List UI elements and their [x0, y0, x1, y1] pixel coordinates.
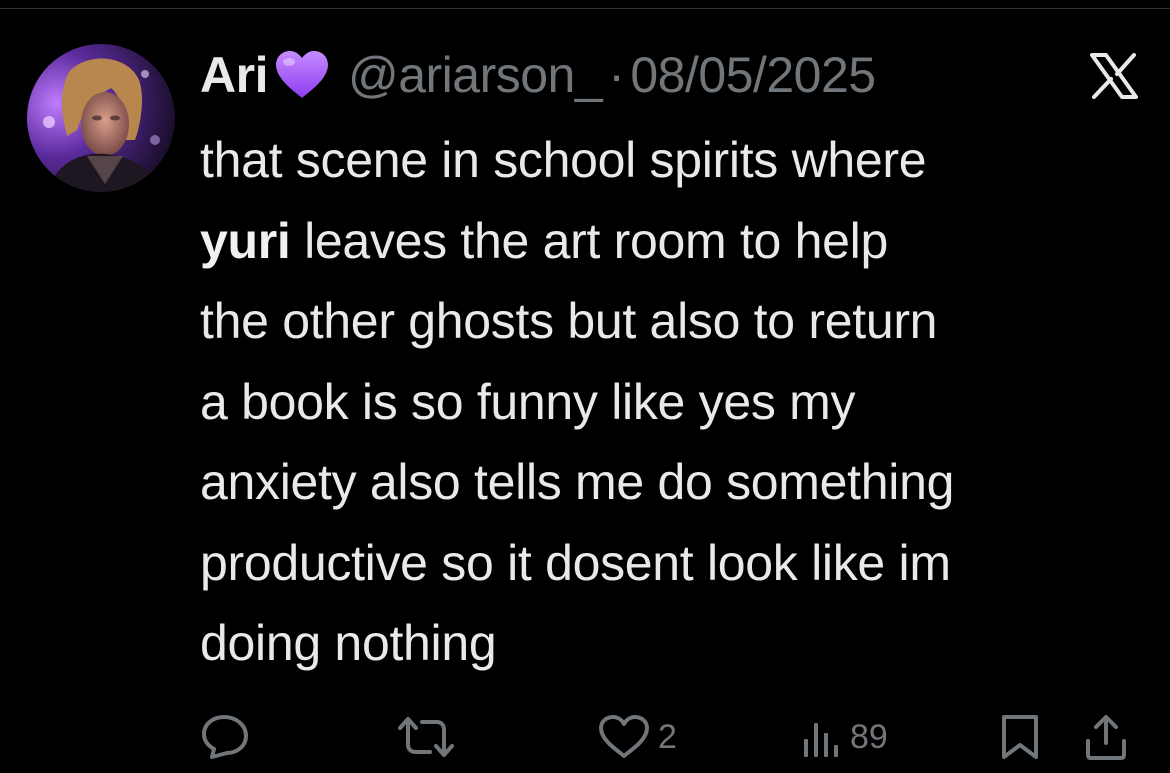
- views-button[interactable]: 89: [802, 712, 888, 762]
- like-button[interactable]: 2: [598, 712, 677, 762]
- tweet-line: a book is so funny like yes my: [200, 373, 856, 430]
- separator-dot: ·: [608, 47, 625, 103]
- avatar-image: [27, 44, 175, 192]
- tweet-line: anxiety also tells me do something: [200, 454, 955, 510]
- bookmark-icon: [1002, 715, 1038, 759]
- retweet-icon: [398, 717, 454, 757]
- display-name[interactable]: Ari: [200, 46, 268, 104]
- like-count: 2: [658, 717, 677, 756]
- x-logo-icon: [1090, 53, 1138, 99]
- tweet-line: productive so it dosent look like im: [200, 534, 951, 591]
- tweet-line: the other ghosts but also to return: [200, 293, 938, 349]
- tweet-header: Ari @ariarson_ · 08/05/2025: [200, 40, 876, 110]
- tweet-line: doing nothing: [200, 615, 497, 671]
- tweet-text: that scene in school spirits where yuri …: [200, 120, 1160, 684]
- top-divider: [0, 8, 1170, 9]
- tweet-line: that scene in school spirits where: [200, 132, 927, 188]
- handle[interactable]: @ariarson_: [348, 46, 603, 104]
- avatar[interactable]: [27, 44, 175, 192]
- bookmark-button[interactable]: [998, 712, 1042, 762]
- views-count: 89: [850, 717, 888, 756]
- heart-outline-icon: [599, 715, 649, 758]
- purple-heart-icon: [274, 50, 330, 100]
- reply-button[interactable]: [200, 712, 250, 762]
- share-button[interactable]: [1084, 712, 1128, 762]
- reply-icon: [202, 715, 248, 759]
- bold-word: yuri: [200, 212, 291, 269]
- action-bar: 2 89: [0, 712, 1170, 762]
- views-icon: [804, 723, 838, 757]
- share-icon: [1086, 715, 1126, 760]
- tweet-line: yuri leaves the art room to help: [200, 212, 888, 269]
- post-date[interactable]: 08/05/2025: [630, 46, 876, 104]
- retweet-button[interactable]: [398, 712, 454, 762]
